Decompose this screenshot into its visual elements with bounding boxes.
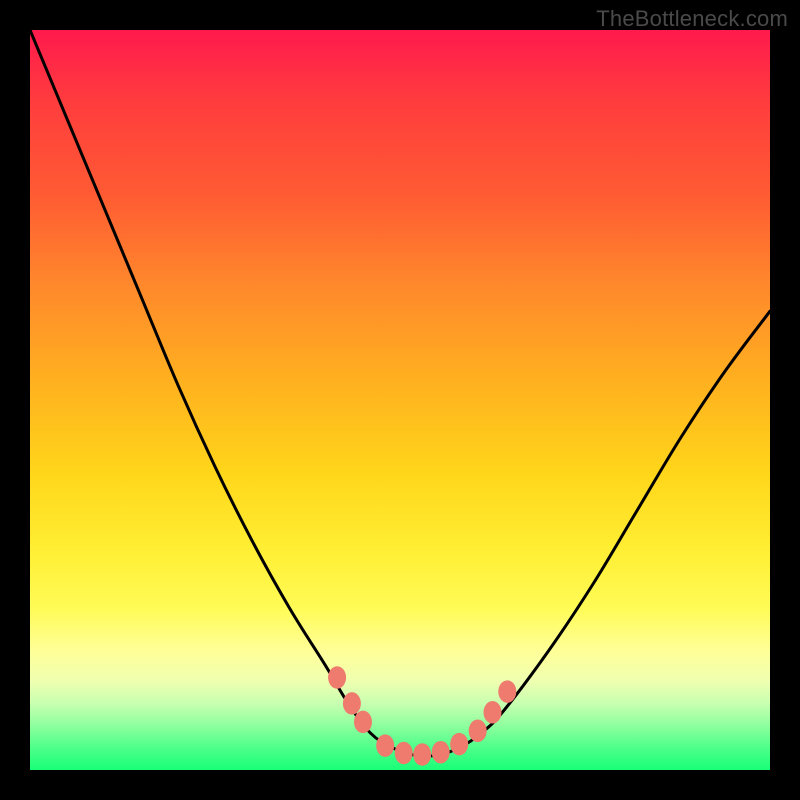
marker-right-outer — [498, 680, 516, 703]
marker-flat-4 — [432, 741, 450, 764]
marker-flat-3 — [413, 743, 431, 766]
outer-frame: TheBottleneck.com — [0, 0, 800, 800]
marker-left-outer — [328, 666, 346, 689]
watermark-text: TheBottleneck.com — [596, 6, 788, 32]
marker-right-inner — [469, 720, 487, 743]
curve-markers — [328, 666, 516, 766]
marker-flat-2 — [395, 742, 413, 765]
plot-area — [30, 30, 770, 770]
marker-left-mid — [343, 692, 361, 715]
marker-left-inner — [354, 711, 372, 734]
chart-overlay-svg — [30, 30, 770, 770]
marker-flat-5 — [450, 733, 468, 756]
bottleneck-curve — [30, 30, 770, 756]
marker-right-mid — [484, 701, 502, 724]
marker-flat-1 — [376, 734, 394, 757]
